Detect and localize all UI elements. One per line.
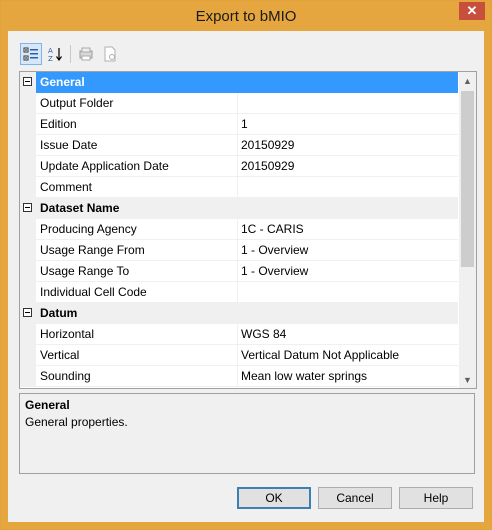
row-gutter [20,345,36,366]
property-rows: General Output Folder Edition 1 Issue Date 20… [20,72,458,387]
scroll-down-icon[interactable]: ▼ [459,371,476,388]
row-gutter [20,366,36,387]
property-value[interactable] [238,93,458,114]
alphabetical-sort-icon: A Z [48,47,62,62]
property-pages-icon [79,47,93,61]
property-name: Horizontal [36,324,238,345]
svg-text:A: A [48,47,53,55]
collapse-icon[interactable] [23,308,32,317]
property-value[interactable]: 1 [238,114,458,135]
property-row[interactable]: Horizontal WGS 84 [20,324,458,345]
property-name: Vertical [36,345,238,366]
property-name: Sounding [36,366,238,387]
property-value[interactable]: 1 - Overview [238,261,458,282]
svg-text:Z: Z [48,55,53,62]
toolbar-separator [70,45,71,63]
property-value[interactable]: 1C - CARIS [238,219,458,240]
window-title: Export to bMIO [195,8,297,25]
category-gutter [20,303,36,324]
dialog-client-area: A Z General Output Folder Edition 1 Issu… [8,31,484,522]
alphabetical-sort-button[interactable]: A Z [44,43,66,65]
category-label: Datum [40,306,78,320]
property-value[interactable]: Vertical Datum Not Applicable [238,345,458,366]
help-button[interactable]: Help [399,487,473,509]
row-gutter [20,324,36,345]
dialog-window: Export to bMIO ✕ A Z General Output Fold… [0,0,492,530]
property-name: Producing Agency [36,219,238,240]
property-name: Individual Cell Code [36,282,238,303]
property-row[interactable]: Sounding Mean low water springs [20,366,458,387]
description-text: General properties. [25,415,128,429]
title-bar[interactable]: Export to bMIO ✕ [1,1,491,31]
property-row[interactable]: Edition 1 [20,114,458,135]
collapse-icon[interactable] [23,77,32,86]
collapse-icon[interactable] [23,203,32,212]
property-row[interactable]: Vertical Vertical Datum Not Applicable [20,345,458,366]
description-title: General [25,398,70,412]
row-gutter [20,219,36,240]
category-header[interactable]: General [20,72,458,93]
category-gutter [20,72,36,93]
category-label: Dataset Name [40,201,120,215]
row-gutter [20,261,36,282]
property-pages-button[interactable] [75,43,97,65]
scrollbar-thumb[interactable] [461,91,474,267]
cancel-button[interactable]: Cancel [318,487,392,509]
property-name: Edition [36,114,238,135]
property-row[interactable]: Usage Range From 1 - Overview [20,240,458,261]
property-row[interactable]: Output Folder [20,93,458,114]
row-gutter [20,93,36,114]
property-grid-toolbar: A Z [20,43,121,65]
property-name: Comment [36,177,238,198]
property-row[interactable]: Issue Date 20150929 [20,135,458,156]
vertical-scrollbar[interactable]: ▲ ▼ [459,72,476,388]
print-preview-icon [104,46,116,62]
property-value[interactable]: Mean low water springs [238,366,458,387]
close-button[interactable]: ✕ [459,2,485,20]
property-row[interactable]: Producing Agency 1C - CARIS [20,219,458,240]
category-header[interactable]: Dataset Name [20,198,458,219]
category-header[interactable]: Datum [20,303,458,324]
property-value[interactable] [238,177,458,198]
scroll-up-icon[interactable]: ▲ [459,72,476,89]
property-name: Usage Range To [36,261,238,282]
categorized-view-button[interactable] [20,43,42,65]
property-value[interactable]: 1 - Overview [238,240,458,261]
ok-button[interactable]: OK [237,487,311,509]
row-gutter [20,114,36,135]
property-name: Issue Date [36,135,238,156]
print-preview-button[interactable] [99,43,121,65]
property-value[interactable]: 20150929 [238,135,458,156]
property-name: Update Application Date [36,156,238,177]
property-row[interactable]: Usage Range To 1 - Overview [20,261,458,282]
row-gutter [20,135,36,156]
row-gutter [20,156,36,177]
description-panel: General General properties. [19,393,475,474]
property-grid[interactable]: General Output Folder Edition 1 Issue Date 20… [19,71,477,389]
property-value[interactable] [238,282,458,303]
property-row[interactable]: Update Application Date 20150929 [20,156,458,177]
property-row[interactable]: Individual Cell Code [20,282,458,303]
row-gutter [20,240,36,261]
category-gutter [20,198,36,219]
close-icon: ✕ [466,3,478,18]
category-label: General [36,72,458,93]
property-name: Usage Range From [36,240,238,261]
property-row[interactable]: Comment [20,177,458,198]
property-value[interactable]: 20150929 [238,156,458,177]
categorized-view-icon [23,47,38,61]
row-gutter [20,282,36,303]
property-name: Output Folder [36,93,238,114]
property-value[interactable]: WGS 84 [238,324,458,345]
row-gutter [20,177,36,198]
